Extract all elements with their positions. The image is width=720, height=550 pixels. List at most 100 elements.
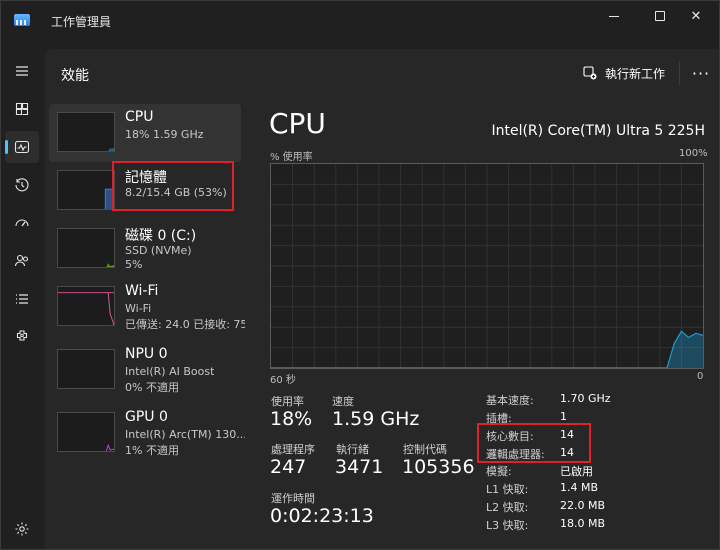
wifi-thumbnail-graph — [58, 292, 114, 325]
task-manager-window: 工作管理員 ✕ 效能 執行新工作 ··· CPU 18% 1.59 GHz 記憶… — [0, 0, 720, 550]
processes-value: 247 — [270, 456, 307, 478]
device-detail-2: 1% 不適用 — [125, 444, 179, 457]
device-detail-2: 5% — [125, 258, 143, 271]
minimize-icon — [609, 15, 619, 17]
spec-value: 14 — [560, 446, 574, 459]
gpu-thumbnail — [57, 412, 115, 452]
nav-app-history[interactable] — [5, 169, 39, 201]
performance-panel: 效能 執行新工作 ··· CPU 18% 1.59 GHz 記憶體 8.2/15… — [45, 49, 719, 549]
cpu-model-name: Intel(R) Core(TM) Ultra 5 225H — [491, 123, 705, 139]
nav-services[interactable] — [5, 321, 39, 353]
performance-icon — [14, 140, 30, 154]
task-manager-app-icon — [14, 14, 30, 26]
device-item-disk[interactable]: 磁碟 0 (C:) SSD (NVMe) 5% — [49, 220, 241, 278]
uptime-label: 運作時間 — [271, 492, 315, 505]
menu-icon — [16, 66, 28, 76]
handles-label: 控制代碼 — [403, 443, 447, 456]
minimize-button[interactable] — [591, 1, 637, 31]
nav-users[interactable] — [5, 245, 39, 277]
device-name: GPU 0 — [125, 409, 168, 425]
window-title: 工作管理員 — [51, 15, 112, 29]
device-item-memory[interactable]: 記憶體 8.2/15.4 GB (53%) — [49, 162, 241, 220]
run-new-task-label: 執行新工作 — [605, 66, 666, 81]
title-bar: 工作管理員 ✕ — [1, 1, 719, 41]
spec-value: 22.0 MB — [560, 499, 606, 512]
spec-key: L2 快取: — [486, 501, 529, 514]
device-name: 記憶體 — [125, 170, 167, 186]
cpu-usage-graph — [270, 163, 704, 369]
details-icon — [16, 294, 28, 304]
spec-value: 18.0 MB — [560, 517, 606, 530]
memory-thumbnail — [57, 170, 115, 210]
more-icon: ··· — [691, 63, 711, 83]
device-detail-2: 0% 不適用 — [125, 381, 179, 394]
x-axis-left-label: 60 秒 — [270, 375, 296, 386]
spec-key: 基本速度: — [486, 394, 534, 407]
maximize-icon — [655, 11, 665, 21]
threads-label: 執行緒 — [336, 443, 369, 456]
cpu-thumbnail-graph — [108, 147, 114, 151]
device-detail: 8.2/15.4 GB (53%) — [125, 186, 227, 199]
spec-key: 核心數目: — [486, 430, 534, 443]
header-divider — [679, 61, 680, 85]
y-axis-label: % 使用率 — [270, 152, 313, 163]
device-item-wifi[interactable]: Wi-Fi Wi-Fi 已傳送: 24.0 已接收: 75 — [49, 278, 245, 336]
startup-icon — [15, 219, 29, 227]
y-axis-max-label: 100% — [679, 148, 708, 159]
device-item-gpu[interactable]: GPU 0 Intel(R) Arc(TM) 130... 1% 不適用 — [49, 404, 245, 462]
cpu-usage-chart — [271, 164, 703, 368]
x-axis-right-label: 0 — [697, 371, 704, 382]
settings-icon — [15, 522, 29, 536]
spec-key: 插槽: — [486, 412, 512, 425]
spec-key: 邏輯處理器: — [486, 448, 545, 461]
nav-settings[interactable] — [5, 513, 39, 545]
run-new-task-icon — [583, 66, 597, 80]
device-item-cpu[interactable]: CPU 18% 1.59 GHz — [49, 104, 241, 162]
disk-thumbnail — [57, 228, 115, 268]
memory-thumbnail-graph — [104, 188, 114, 209]
nav-menu-button[interactable] — [5, 55, 39, 87]
spec-value: 已啟用 — [560, 465, 593, 478]
threads-value: 3471 — [335, 456, 384, 478]
device-name: CPU — [125, 109, 154, 125]
nav-startup-apps[interactable] — [5, 207, 39, 239]
device-detail: 18% 1.59 GHz — [125, 128, 204, 141]
close-button[interactable]: ✕ — [673, 1, 719, 31]
run-new-task-button[interactable]: 執行新工作 — [583, 63, 665, 83]
disk-thumbnail-graph — [106, 263, 114, 267]
spec-value: 1.4 MB — [560, 481, 599, 494]
device-detail: Wi-Fi — [125, 302, 152, 315]
device-name: Wi-Fi — [125, 283, 159, 299]
page-title: 效能 — [61, 68, 89, 84]
usage-value: 18% — [270, 408, 313, 430]
spec-key: L1 快取: — [486, 483, 529, 496]
nav-processes[interactable] — [5, 93, 39, 125]
spec-value: 14 — [560, 428, 574, 441]
nav-details[interactable] — [5, 283, 39, 315]
spec-value: 1.70 GHz — [560, 392, 611, 405]
app-history-icon — [15, 178, 29, 192]
nav-performance[interactable] — [5, 131, 39, 163]
device-detail: Intel(R) AI Boost — [125, 365, 215, 378]
device-detail: SSD (NVMe) — [125, 244, 192, 257]
detail-title: CPU — [269, 107, 326, 140]
uptime-value: 0:02:23:13 — [270, 505, 374, 527]
spec-value: 1 — [560, 410, 567, 423]
device-detail: Intel(R) Arc(TM) 130... — [125, 428, 245, 441]
more-options-button[interactable]: ··· — [689, 61, 713, 85]
users-icon — [14, 254, 29, 267]
processes-label: 處理程序 — [271, 443, 315, 456]
wifi-thumbnail — [57, 286, 115, 326]
gpu-thumbnail-graph — [105, 443, 114, 451]
services-icon — [16, 330, 28, 341]
device-item-npu[interactable]: NPU 0 Intel(R) AI Boost 0% 不適用 — [49, 341, 241, 399]
device-name: NPU 0 — [125, 346, 168, 362]
npu-thumbnail — [57, 349, 115, 389]
device-detail-2: 已傳送: 24.0 已接收: 75 — [125, 318, 245, 331]
spec-key: 模擬: — [486, 465, 512, 478]
close-icon: ✕ — [690, 8, 702, 24]
spec-key: L3 快取: — [486, 519, 529, 532]
speed-label: 速度 — [332, 395, 354, 408]
cpu-thumbnail — [57, 112, 115, 152]
device-name: 磁碟 0 (C:) — [125, 228, 197, 244]
